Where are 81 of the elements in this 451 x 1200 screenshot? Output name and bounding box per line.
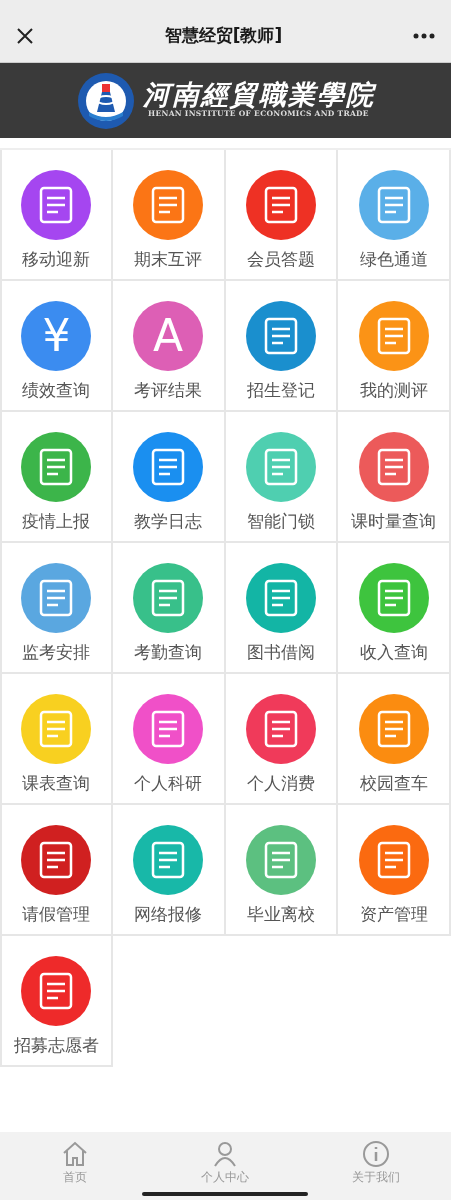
document-icon [375, 185, 412, 225]
app-label: 个人消费 [246, 773, 315, 795]
app-tile[interactable]: 课表查询 [0, 674, 113, 805]
app-tile[interactable]: 校园查车 [338, 674, 451, 805]
school-name: 河南經貿職業學院 [142, 81, 375, 109]
document-icon [262, 840, 299, 880]
document-icon [150, 578, 187, 618]
document-icon [375, 709, 412, 749]
app-tile[interactable]: 毕业离校 [225, 805, 339, 936]
app-label: 教学日志 [134, 511, 203, 533]
app-label: 个人科研 [134, 773, 203, 795]
app-tile[interactable]: 请假管理 [0, 805, 113, 936]
document-icon [375, 840, 412, 880]
app-label: 会员答题 [246, 249, 315, 271]
app-label: 毕业离校 [246, 904, 315, 926]
app-label: 校园查车 [359, 773, 428, 795]
app-label: 资产管理 [359, 904, 428, 926]
app-label: 图书借阅 [246, 642, 315, 664]
document-icon [38, 971, 75, 1011]
document-icon [262, 316, 299, 356]
icon-glyph: A [153, 314, 184, 358]
app-label: 监考安排 [22, 642, 91, 664]
app-label: 请假管理 [22, 904, 91, 926]
document-icon [150, 185, 187, 225]
app-label: 绩效查询 [22, 380, 91, 402]
app-label: 移动迎新 [22, 249, 91, 271]
document-icon [262, 185, 299, 225]
document-icon [38, 709, 75, 749]
app-label: 招生登记 [246, 380, 315, 402]
app-tile[interactable]: 考勤查询 [112, 543, 226, 674]
app-tile[interactable]: 招生登记 [225, 281, 339, 412]
document-icon [262, 709, 299, 749]
document-icon [150, 447, 187, 487]
app-label: 招募志愿者 [13, 1035, 99, 1057]
app-tile[interactable]: A 考评结果 [112, 281, 226, 412]
app-tile[interactable]: 课时量查询 [338, 412, 451, 543]
app-tile[interactable]: 图书借阅 [225, 543, 339, 674]
app-label: 考勤查询 [134, 642, 203, 664]
document-icon [375, 578, 412, 618]
document-icon [38, 840, 75, 880]
app-tile[interactable]: 会员答题 [225, 150, 339, 281]
app-label: 课时量查询 [351, 511, 437, 533]
document-icon [262, 578, 299, 618]
app-tile[interactable]: 招募志愿者 [0, 936, 113, 1067]
app-tile[interactable]: 移动迎新 [0, 150, 113, 281]
app-tile[interactable]: 个人科研 [112, 674, 226, 805]
app-tile[interactable]: 资产管理 [338, 805, 451, 936]
document-icon [262, 447, 299, 487]
close-icon[interactable] [16, 27, 34, 45]
app-label: 收入查询 [359, 642, 428, 664]
document-icon [38, 447, 75, 487]
document-icon [150, 709, 187, 749]
app-label: 课表查询 [22, 773, 91, 795]
app-tile[interactable]: 疫情上报 [0, 412, 113, 543]
app-tile[interactable]: ¥ 绩效查询 [0, 281, 113, 412]
app-tile[interactable]: 收入查询 [338, 543, 451, 674]
info-icon [361, 1140, 390, 1168]
icon-glyph: ¥ [42, 314, 71, 358]
document-icon [38, 185, 75, 225]
document-icon [375, 447, 412, 487]
app-tile[interactable]: 绿色通道 [338, 150, 451, 281]
app-tile[interactable]: 个人消费 [225, 674, 339, 805]
app-tile[interactable]: 网络报修 [112, 805, 226, 936]
more-icon[interactable] [413, 33, 435, 39]
document-icon [150, 840, 187, 880]
app-label: 我的测评 [359, 380, 428, 402]
document-icon [38, 578, 75, 618]
app-label: 考评结果 [134, 380, 203, 402]
app-label: 期末互评 [134, 249, 203, 271]
app-tile[interactable]: 期末互评 [112, 150, 226, 281]
page-title: 智慧经贸[教师] [164, 24, 283, 48]
school-emblem-icon [76, 71, 135, 130]
app-tile[interactable]: 我的测评 [338, 281, 451, 412]
app-label: 智能门锁 [246, 511, 315, 533]
app-tile[interactable]: 智能门锁 [225, 412, 339, 543]
app-label: 绿色通道 [359, 249, 428, 271]
app-label: 疫情上报 [22, 511, 91, 533]
document-icon [375, 316, 412, 356]
app-tile[interactable]: 监考安排 [0, 543, 113, 674]
app-tile[interactable]: 教学日志 [112, 412, 226, 543]
app-label: 网络报修 [134, 904, 203, 926]
